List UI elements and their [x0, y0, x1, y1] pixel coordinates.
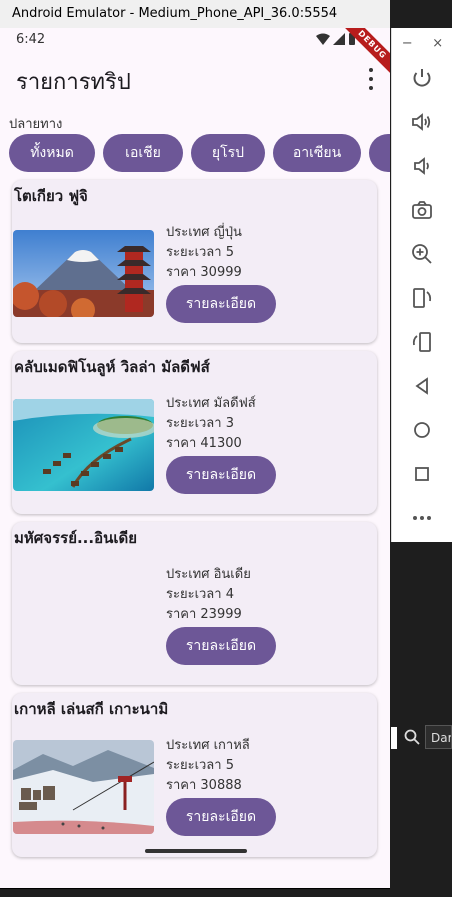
trip-price: ราคา 30888 [166, 778, 242, 793]
trip-card[interactable]: คลับเมดฟิโนลูห์ วิลล่า มัลดีฟส์ ประเทศ ม… [12, 351, 377, 514]
details-button[interactable]: รายละเอียด [166, 798, 276, 836]
phone-screen: 6:42 DEBUG รายการทริป ปลายทาง ทั้งหมด เอ… [0, 28, 390, 889]
overview-icon[interactable] [410, 462, 434, 486]
trip-duration: ระยะเวลา 5 [166, 245, 234, 260]
chip-all[interactable]: ทั้งหมด [9, 134, 95, 172]
emulator-title-bar: Android Emulator - Medium_Phone_API_36.0… [0, 0, 390, 28]
destination-chips: ทั้งหมด เอเชีย ยุโรป อาเซียน [9, 134, 390, 172]
trip-card[interactable]: โตเกียว ฟูจิ ประเทศ ญี่ปุ่น ระยะเวลา 5 ร… [12, 180, 377, 343]
trip-info: ประเทศ อินเดีย ระยะเวลา 4 ราคา 23999 [166, 565, 251, 625]
rotate-right-icon[interactable] [410, 330, 434, 354]
trip-duration: ระยะเวลา 4 [166, 587, 234, 602]
gesture-nav-handle[interactable] [145, 849, 247, 853]
search-icon[interactable] [404, 729, 420, 745]
minimize-button[interactable]: − [402, 36, 413, 51]
details-button[interactable]: รายละเอียด [166, 627, 276, 665]
trip-title: โตเกียว ฟูจิ [14, 187, 88, 205]
page-title: รายการทริป [16, 70, 131, 95]
status-icons [316, 32, 356, 45]
chip-more[interactable] [369, 134, 390, 172]
trip-info: ประเทศ ญี่ปุ่น ระยะเวลา 5 ราคา 30999 [166, 223, 242, 283]
trip-duration: ระยะเวลา 3 [166, 416, 234, 431]
signal-icon [333, 32, 345, 45]
status-time: 6:42 [16, 32, 46, 47]
emulator-toolbar: − × [391, 28, 452, 542]
trip-info: ประเทศ มัลดีฟส์ ระยะเวลา 3 ราคา 41300 [166, 394, 256, 454]
trip-country: ประเทศ มัลดีฟส์ [166, 396, 256, 411]
trip-title: คลับเมดฟิโนลูห์ วิลล่า มัลดีฟส์ [14, 358, 210, 376]
trip-card[interactable]: เกาหลี เล่นสกี เกาะนามิ ประเทศ เกาหลี ระ… [12, 693, 377, 857]
trip-image [13, 230, 154, 317]
home-icon[interactable] [410, 418, 434, 442]
close-button[interactable]: × [432, 36, 443, 51]
ide-search-box[interactable]: Dar [425, 725, 452, 749]
trip-price: ราคา 30999 [166, 265, 242, 280]
trip-country: ประเทศ ญี่ปุ่น [166, 225, 242, 240]
more-icon[interactable] [410, 506, 434, 530]
zoom-in-icon[interactable] [410, 242, 434, 266]
camera-icon[interactable] [410, 198, 434, 222]
trip-country: ประเทศ เกาหลี [166, 738, 250, 753]
chip-asean[interactable]: อาเซียน [273, 134, 361, 172]
trip-title: มหัศจรรย์...อินเดีย [14, 529, 138, 547]
back-icon[interactable] [410, 374, 434, 398]
volume-up-icon[interactable] [410, 110, 434, 134]
trip-duration: ระยะเวลา 5 [166, 758, 234, 773]
trip-card[interactable]: มหัศจรรย์...อินเดีย ประเทศ อินเดีย ระยะเ… [12, 522, 377, 685]
details-button[interactable]: รายละเอียด [166, 456, 276, 494]
power-icon[interactable] [410, 66, 434, 90]
trip-image [13, 740, 154, 834]
trip-price: ราคา 41300 [166, 436, 242, 451]
rotate-left-icon[interactable] [410, 286, 434, 310]
trip-country: ประเทศ อินเดีย [166, 567, 251, 582]
overflow-menu-icon[interactable] [366, 68, 376, 90]
volume-down-icon[interactable] [410, 154, 434, 178]
chip-europe[interactable]: ยุโรป [191, 134, 265, 172]
chip-asia[interactable]: เอเชีย [103, 134, 183, 172]
details-button[interactable]: รายละเอียด [166, 285, 276, 323]
window-title: Android Emulator - Medium_Phone_API_36.0… [12, 6, 338, 21]
trip-image [13, 399, 154, 491]
destination-filter-label: ปลายทาง [9, 117, 63, 132]
wifi-icon [316, 33, 330, 45]
trip-title: เกาหลี เล่นสกี เกาะนามิ [14, 700, 169, 718]
ide-text-field[interactable] [391, 727, 397, 749]
trip-price: ราคา 23999 [166, 607, 242, 622]
trip-info: ประเทศ เกาหลี ระยะเวลา 5 ราคา 30888 [166, 736, 250, 796]
